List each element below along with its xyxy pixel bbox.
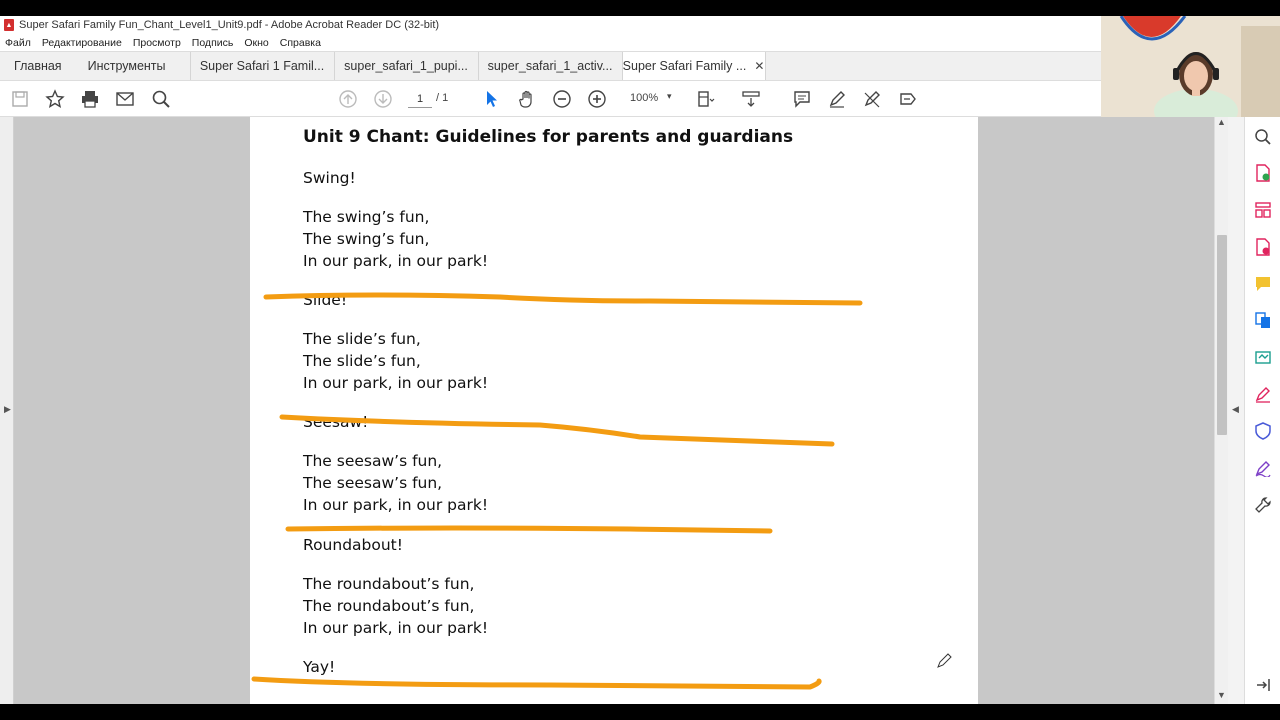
tab-bar: Главная Инструменты Super Safari 1 Famil… [0, 51, 1101, 81]
zoom-in-icon[interactable] [585, 87, 609, 111]
tab-doc-3[interactable]: super_safari_1_activ... [477, 52, 622, 80]
chant-line: Yay! [303, 658, 336, 676]
document-title: Unit 9 Chant: Guidelines for parents and… [303, 127, 794, 147]
collapse-panel-icon[interactable] [1253, 675, 1273, 695]
tab-doc-2[interactable]: super_safari_1_pupi... [333, 52, 478, 80]
more-tools-icon[interactable] [1253, 495, 1273, 515]
scroll-up-icon[interactable]: ▲ [1217, 117, 1226, 127]
menu-edit[interactable]: Редактирование [42, 37, 122, 49]
sign-icon[interactable] [1253, 458, 1273, 478]
menu-window[interactable]: Окно [244, 37, 268, 49]
save-icon[interactable] [8, 87, 32, 111]
chant-line: The seesaw’s fun, [303, 474, 443, 492]
chant-line: The roundabout’s fun, [303, 575, 475, 593]
window-title: Super Safari Family Fun_Chant_Level1_Uni… [19, 19, 440, 31]
toolbar: / 1 100% ▾ [0, 81, 1280, 117]
chant-line: The roundabout’s fun, [303, 597, 475, 615]
chant-line: In our park, in our park! [303, 374, 489, 392]
top-black-band [0, 0, 1280, 16]
tab-active-doc[interactable]: Super Safari Family ... ✕ [621, 52, 766, 80]
chant-line: The swing’s fun, [303, 230, 430, 248]
export-pdf-icon[interactable] [1253, 237, 1273, 257]
bookmark-star-icon[interactable] [43, 87, 67, 111]
page-total-label: / 1 [436, 92, 449, 104]
hand-icon[interactable] [515, 87, 539, 111]
menu-bar: Файл Редактирование Просмотр Подпись Окн… [0, 34, 1101, 51]
zoom-level[interactable]: 100% [630, 92, 658, 104]
right-tools-panel [1244, 117, 1280, 704]
menu-file[interactable]: Файл [5, 37, 31, 49]
bottom-black-band [0, 704, 1280, 720]
chant-line: In our park, in our park! [303, 496, 489, 514]
highlight-pen-icon[interactable] [825, 87, 849, 111]
comment-panel-icon[interactable] [1253, 274, 1273, 294]
vertical-scrollbar[interactable]: ▲ ▼ [1214, 117, 1228, 704]
protect-icon[interactable] [1253, 421, 1273, 441]
chant-line: The slide’s fun, [303, 352, 421, 370]
pen-cursor-icon [937, 653, 952, 668]
zoom-dropdown-icon[interactable]: ▾ [667, 91, 672, 102]
expand-left-panel-icon[interactable]: ▶ [4, 404, 11, 415]
left-nav-gutter[interactable]: ▶ [0, 117, 14, 704]
close-tab-icon[interactable]: ✕ [754, 59, 764, 73]
page-layout-icon[interactable] [694, 87, 718, 111]
chant-line: The swing’s fun, [303, 208, 430, 226]
tab-tools[interactable]: Инструменты [76, 52, 190, 80]
select-cursor-icon[interactable] [480, 87, 504, 111]
tab-doc-1[interactable]: Super Safari 1 Famil... [189, 52, 334, 80]
send-track-icon[interactable] [1253, 347, 1273, 367]
collapse-right-arrow-icon[interactable]: ◀ [1232, 404, 1239, 415]
chant-line: The slide’s fun, [303, 330, 421, 348]
create-pdf-icon[interactable] [1253, 163, 1273, 183]
email-icon[interactable] [113, 87, 137, 111]
title-bar: ▲ Super Safari Family Fun_Chant_Level1_U… [0, 16, 1101, 34]
page-number-input[interactable] [408, 90, 432, 108]
document-viewer[interactable]: Unit 9 Chant: Guidelines for parents and… [14, 117, 1214, 704]
chant-line: In our park, in our park! [303, 619, 489, 637]
ink-stroke [251, 676, 822, 690]
comment-icon[interactable] [790, 87, 814, 111]
scroll-down-icon[interactable]: ▼ [1217, 690, 1226, 700]
tab-home[interactable]: Главная [0, 52, 76, 80]
scrollbar-thumb[interactable] [1217, 235, 1227, 435]
fill-sign-panel-icon[interactable] [1253, 384, 1273, 404]
chant-line: Slide! [303, 291, 348, 309]
organize-pages-icon[interactable] [1253, 200, 1273, 220]
pdf-app-icon: ▲ [4, 19, 14, 31]
menu-help[interactable]: Справка [280, 37, 321, 49]
chant-line: In our park, in our park! [303, 252, 489, 270]
right-panel-toggle[interactable]: ◀ [1228, 117, 1244, 704]
combine-files-icon[interactable] [1253, 310, 1273, 330]
ink-stroke [285, 525, 773, 534]
chant-line: The seesaw’s fun, [303, 452, 443, 470]
webcam-presenter-image [1101, 16, 1280, 117]
page-down-icon[interactable] [371, 87, 395, 111]
fill-sign-icon[interactable] [896, 87, 920, 111]
pdf-page: Unit 9 Chant: Guidelines for parents and… [250, 117, 978, 704]
chant-line: Roundabout! [303, 536, 403, 554]
search-zoom-icon[interactable] [149, 87, 173, 111]
menu-view[interactable]: Просмотр [133, 37, 181, 49]
tab-active-label: Super Safari Family ... [622, 59, 747, 73]
print-icon[interactable] [78, 87, 102, 111]
webcam-overlay [1101, 16, 1280, 117]
chant-line: Seesaw! [303, 413, 369, 431]
ink-stroke [263, 292, 863, 306]
zoom-out-icon[interactable] [550, 87, 574, 111]
scroll-mode-icon[interactable] [739, 87, 763, 111]
menu-sign[interactable]: Подпись [192, 37, 234, 49]
draw-icon[interactable] [860, 87, 884, 111]
chant-line: Swing! [303, 169, 356, 187]
page-up-icon[interactable] [336, 87, 360, 111]
zoom-search-icon[interactable] [1253, 127, 1273, 147]
